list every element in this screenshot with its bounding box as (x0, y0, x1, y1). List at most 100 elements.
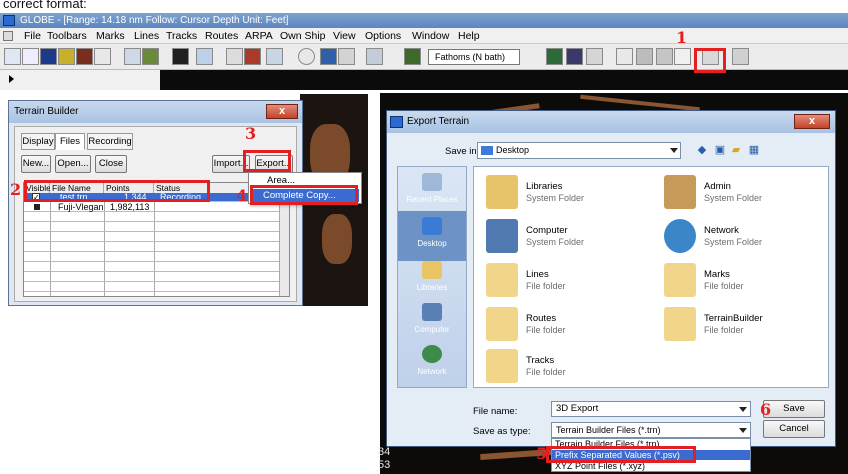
menu-lines[interactable]: Lines (134, 28, 159, 44)
export-dialog-close-button[interactable]: x (794, 114, 830, 129)
file-name-input[interactable]: 3D Export (551, 401, 751, 417)
eraser-tool-icon[interactable] (94, 48, 111, 65)
tab-recording[interactable]: Recording (87, 133, 133, 150)
target-tool-icon[interactable] (244, 48, 261, 65)
terrain-color-icon[interactable] (566, 48, 583, 65)
angle-tool-icon[interactable] (226, 48, 243, 65)
menu-tracks[interactable]: Tracks (166, 28, 197, 44)
globe-menu-bar: File Toolbars Marks Lines Tracks Routes … (0, 28, 848, 44)
terrain-list-icon[interactable] (586, 48, 603, 65)
list-item-network[interactable]: Network System Folder (656, 217, 826, 259)
table-row (24, 243, 289, 252)
recent-places-icon (422, 173, 442, 191)
folder-icon (664, 307, 696, 341)
new-folder-icon[interactable]: ▰ (729, 144, 743, 157)
cancel-button[interactable]: Cancel (763, 420, 825, 438)
terrain-builder-close-button[interactable]: x (266, 104, 298, 119)
route-tool-icon[interactable] (196, 48, 213, 65)
table-row (24, 263, 289, 272)
area-tool-icon[interactable] (172, 48, 189, 65)
info-tool-icon[interactable] (40, 48, 57, 65)
places-bar: Recent Places Desktop Libraries Computer… (397, 166, 467, 388)
window-tool-icon[interactable] (266, 48, 283, 65)
chevron-down-icon[interactable] (739, 407, 747, 412)
contour-icon[interactable] (656, 48, 673, 65)
pointer-tool-icon[interactable] (22, 48, 39, 65)
table-scrollbar[interactable] (279, 193, 289, 296)
list-item-marks[interactable]: Marks File folder (656, 261, 826, 303)
step-number: 6 (760, 400, 772, 419)
folder-icon (486, 307, 518, 341)
table-row (24, 283, 289, 292)
libraries-icon (422, 261, 442, 279)
view-menu-icon[interactable]: ▦ (747, 144, 761, 157)
zoom-tool-icon[interactable] (4, 48, 21, 65)
item-type: File folder (526, 325, 566, 335)
tab-files[interactable]: Files (55, 133, 85, 150)
place-network[interactable]: Network (398, 339, 466, 389)
list-item-computer[interactable]: Computer System Folder (478, 217, 648, 259)
menu-system-icon[interactable] (3, 31, 13, 41)
menu-toolbars[interactable]: Toolbars (47, 28, 87, 44)
menu-view[interactable]: View (333, 28, 356, 44)
visible-checkbox[interactable] (34, 204, 40, 210)
list-item-terrainbuilder[interactable]: TerrainBuilder File folder (656, 305, 826, 347)
grid-tool-icon[interactable] (320, 48, 337, 65)
save-in-label: Save in: (445, 146, 480, 157)
close-button[interactable]: Close (95, 155, 127, 173)
line-tool-icon[interactable] (142, 48, 159, 65)
place-label: Network (417, 367, 447, 376)
up-folder-icon[interactable]: ▣ (713, 144, 727, 157)
chevron-down-icon[interactable] (739, 428, 747, 433)
chart-tool-icon[interactable] (58, 48, 75, 65)
open-button[interactable]: Open... (55, 155, 91, 173)
list-item-libraries[interactable]: Libraries System Folder (478, 173, 648, 215)
panel-tool-icon[interactable] (338, 48, 355, 65)
menu-options[interactable]: Options (365, 28, 401, 44)
step-number: 4 (236, 186, 248, 205)
new-button[interactable]: New... (21, 155, 51, 173)
layer-tool-icon[interactable] (76, 48, 93, 65)
terrain-blob (322, 214, 352, 264)
tab-display[interactable]: Display (21, 133, 55, 150)
export-dialog-title: Export Terrain (407, 116, 470, 127)
save-as-type-combo[interactable]: Terrain Builder Files (*.trn) (551, 422, 751, 438)
misc-tool-icon[interactable] (732, 48, 749, 65)
bathymetry-icon[interactable] (404, 48, 421, 65)
item-name: Computer (526, 225, 568, 236)
table-row (24, 273, 289, 282)
save-button[interactable]: Save (763, 400, 825, 418)
terrain-shade-icon[interactable] (546, 48, 563, 65)
caption-text: correct format: (3, 0, 87, 11)
save-in-combo[interactable]: Desktop (477, 142, 681, 159)
menu-routes[interactable]: Routes (205, 28, 238, 44)
menu-own-ship[interactable]: Own Ship (280, 28, 326, 44)
expand-arrow-icon[interactable] (9, 75, 14, 83)
depth-unit-combo[interactable]: Fathoms (N bath) (428, 49, 520, 65)
menu-help[interactable]: Help (458, 28, 480, 44)
record-icon[interactable] (298, 48, 315, 65)
menu-window[interactable]: Window (412, 28, 449, 44)
step-number: 5 (536, 444, 548, 463)
list-item-tracks[interactable]: Tracks File folder (478, 347, 648, 389)
chevron-down-icon (670, 148, 678, 153)
menu-file[interactable]: File (24, 28, 41, 44)
point-tool-icon[interactable] (616, 48, 633, 65)
save-in-value: Desktop (496, 145, 530, 155)
menu-marks[interactable]: Marks (96, 28, 125, 44)
layout-tool-icon[interactable] (366, 48, 383, 65)
mark-tool-icon[interactable] (124, 48, 141, 65)
terrain-streak (580, 94, 700, 112)
globe-title-text: GLOBE - [Range: 14.18 nm Follow: Cursor … (20, 15, 289, 26)
place-desktop[interactable]: Desktop (398, 211, 466, 261)
list-item-routes[interactable]: Routes File folder (478, 305, 648, 347)
computer-icon (486, 219, 518, 253)
list-item-admin[interactable]: Admin System Folder (656, 173, 826, 215)
place-recent-places[interactable]: Recent Places (398, 167, 466, 217)
menu-arpa[interactable]: ARPA (245, 28, 273, 44)
chart-view-icon[interactable] (636, 48, 653, 65)
list-item-lines[interactable]: Lines File folder (478, 261, 648, 303)
item-name: Routes (526, 313, 557, 324)
dots-icon[interactable] (674, 48, 691, 65)
back-icon[interactable]: ◆ (695, 144, 709, 157)
